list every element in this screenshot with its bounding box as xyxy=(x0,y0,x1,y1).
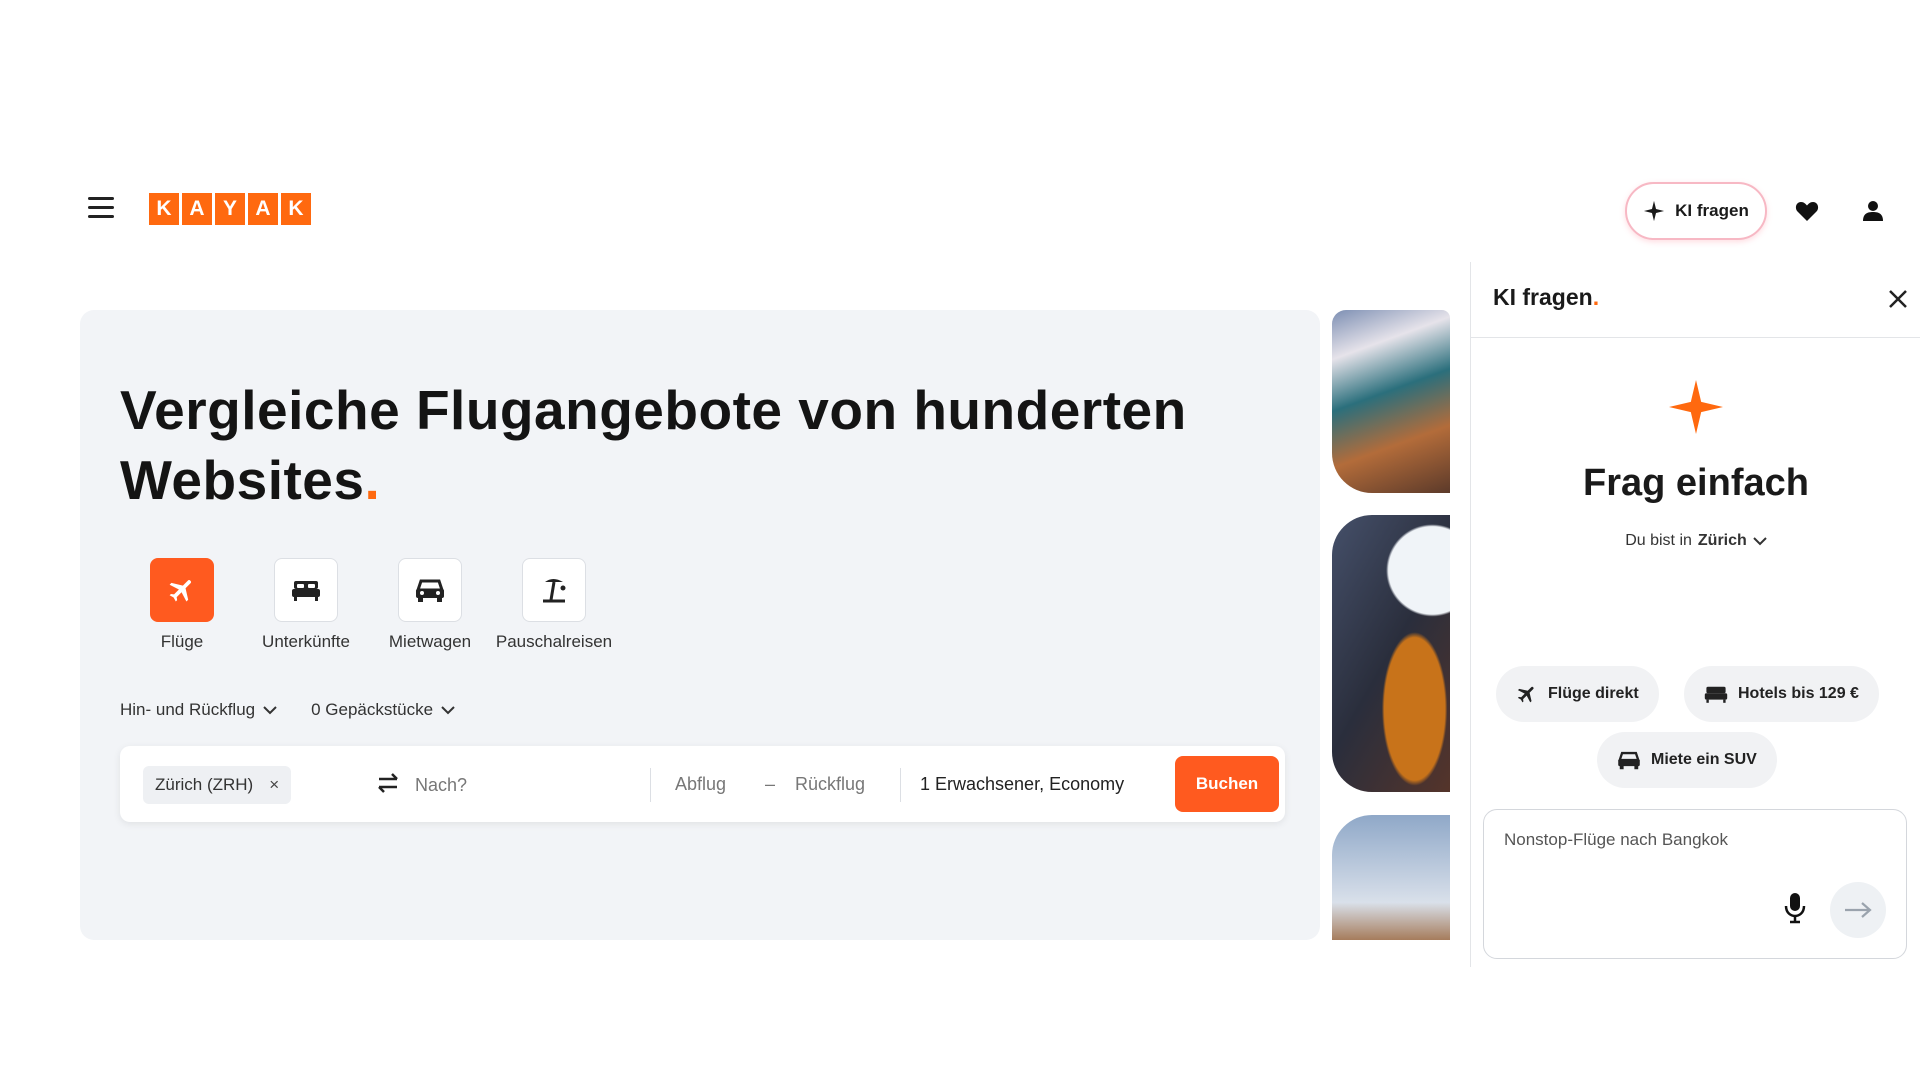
ai-prompt-box xyxy=(1483,809,1907,959)
menu-icon[interactable] xyxy=(88,197,116,223)
tab-stays[interactable]: Unterkünfte xyxy=(244,558,368,652)
baggage-label: 0 Gepäckstücke xyxy=(311,700,434,719)
ai-panel-header: KI fragen. xyxy=(1471,262,1920,338)
chevron-down-icon xyxy=(1753,537,1767,546)
plane-icon xyxy=(1517,686,1534,703)
hero-panel: Vergleiche Flugangebote von hunderten We… xyxy=(80,310,1320,940)
origin-value: Zürich (ZRH) xyxy=(155,775,254,794)
account-button[interactable] xyxy=(1848,186,1898,236)
plane-icon xyxy=(150,558,214,622)
car-icon xyxy=(1618,751,1640,770)
heart-icon xyxy=(1795,202,1819,221)
suggestion-direct-flights[interactable]: Flüge direkt xyxy=(1496,666,1659,722)
logo-letter: Y xyxy=(215,193,245,225)
destination-input[interactable] xyxy=(415,766,645,804)
location-value: Zürich xyxy=(1697,532,1747,549)
suggestion-label: Flüge direkt xyxy=(1548,685,1639,702)
tab-packages[interactable]: Pauschalreisen xyxy=(492,558,616,652)
location-selector[interactable]: Du bist in Zürich xyxy=(1471,532,1920,550)
suggestion-label: Miete ein SUV xyxy=(1651,751,1757,768)
title-dot: . xyxy=(364,449,381,511)
ai-panel-title: KI fragen. xyxy=(1493,284,1599,311)
trip-type-dropdown[interactable]: Hin- und Rückflug xyxy=(120,700,277,720)
logo-letter: A xyxy=(182,193,212,225)
location-prefix: Du bist in xyxy=(1625,532,1692,549)
sparkle-icon xyxy=(1669,380,1723,434)
logo-letter: A xyxy=(248,193,278,225)
top-header: K A Y A K KI fragen xyxy=(0,180,1920,240)
flight-search-form: Zürich (ZRH) × Abflug – Rückflug 1 Erwac… xyxy=(120,746,1285,822)
tab-label: Mietwagen xyxy=(388,632,472,651)
tab-label: Flüge xyxy=(160,632,204,651)
ai-heading: Frag einfach xyxy=(1583,462,1809,504)
ask-ai-button[interactable]: KI fragen xyxy=(1625,182,1767,240)
user-icon xyxy=(1863,201,1883,221)
travel-photo-window xyxy=(1332,515,1450,792)
bed-icon xyxy=(1704,686,1728,703)
tab-cars[interactable]: Mietwagen xyxy=(368,558,492,652)
logo-letter: K xyxy=(281,193,311,225)
close-icon[interactable] xyxy=(1883,284,1913,314)
baggage-dropdown[interactable]: 0 Gepäckstücke xyxy=(311,700,455,720)
ask-ai-label: KI fragen xyxy=(1675,201,1749,220)
trip-type-label: Hin- und Rückflug xyxy=(120,700,256,719)
tab-label: Unterkünfte xyxy=(262,632,350,651)
ai-panel-title-text: KI fragen xyxy=(1493,284,1593,310)
origin-chip[interactable]: Zürich (ZRH) × xyxy=(143,766,292,804)
remove-origin-icon[interactable]: × xyxy=(269,775,279,795)
travel-photo-wing xyxy=(1332,310,1450,493)
return-date-field[interactable]: Rückflug xyxy=(795,774,865,795)
logo-letter: K xyxy=(149,193,179,225)
chevron-down-icon xyxy=(441,706,455,715)
departure-date-field[interactable]: Abflug xyxy=(675,774,726,795)
car-icon xyxy=(398,558,462,622)
beach-umbrella-icon xyxy=(522,558,586,622)
swap-icon[interactable] xyxy=(375,772,401,794)
page-title-text: Vergleiche Flugangebote von hunderten We… xyxy=(120,379,1187,511)
sparkle-icon xyxy=(1644,200,1665,222)
date-dash: – xyxy=(765,774,776,794)
bed-icon xyxy=(274,558,338,622)
ai-prompt-input[interactable] xyxy=(1504,830,1884,870)
kayak-page: K A Y A K KI fragen Vergleiche Flugangeb… xyxy=(0,0,1920,1080)
vertical-tabs: Flüge Unterkünfte Mietwagen Pauschalreis… xyxy=(120,558,616,652)
tab-flights[interactable]: Flüge xyxy=(120,558,244,652)
microphone-icon[interactable] xyxy=(1784,892,1806,924)
divider xyxy=(900,768,901,802)
search-options: Hin- und Rückflug 0 Gepäckstücke xyxy=(120,700,455,720)
page-title: Vergleiche Flugangebote von hunderten We… xyxy=(120,375,1260,515)
travel-photo-sky xyxy=(1332,815,1450,940)
arrow-right-icon xyxy=(1845,902,1872,918)
favorites-button[interactable] xyxy=(1782,186,1832,236)
tab-label: Pauschalreisen xyxy=(495,632,613,651)
chevron-down-icon xyxy=(263,706,277,715)
send-button[interactable] xyxy=(1830,882,1886,938)
suggestion-label: Hotels bis 129 € xyxy=(1738,685,1859,702)
divider xyxy=(650,768,651,802)
suggestion-suv[interactable]: Miete ein SUV xyxy=(1597,732,1777,788)
suggestion-hotels[interactable]: Hotels bis 129 € xyxy=(1684,666,1879,722)
travelers-cabin-field[interactable]: 1 Erwachsener, Economy xyxy=(920,774,1124,795)
kayak-logo[interactable]: K A Y A K xyxy=(149,193,311,225)
title-dot: . xyxy=(1592,284,1600,310)
ai-assistant-panel: KI fragen. Frag einfach Du bist in Züric… xyxy=(1470,262,1920,967)
search-button[interactable]: Buchen xyxy=(1175,756,1279,812)
